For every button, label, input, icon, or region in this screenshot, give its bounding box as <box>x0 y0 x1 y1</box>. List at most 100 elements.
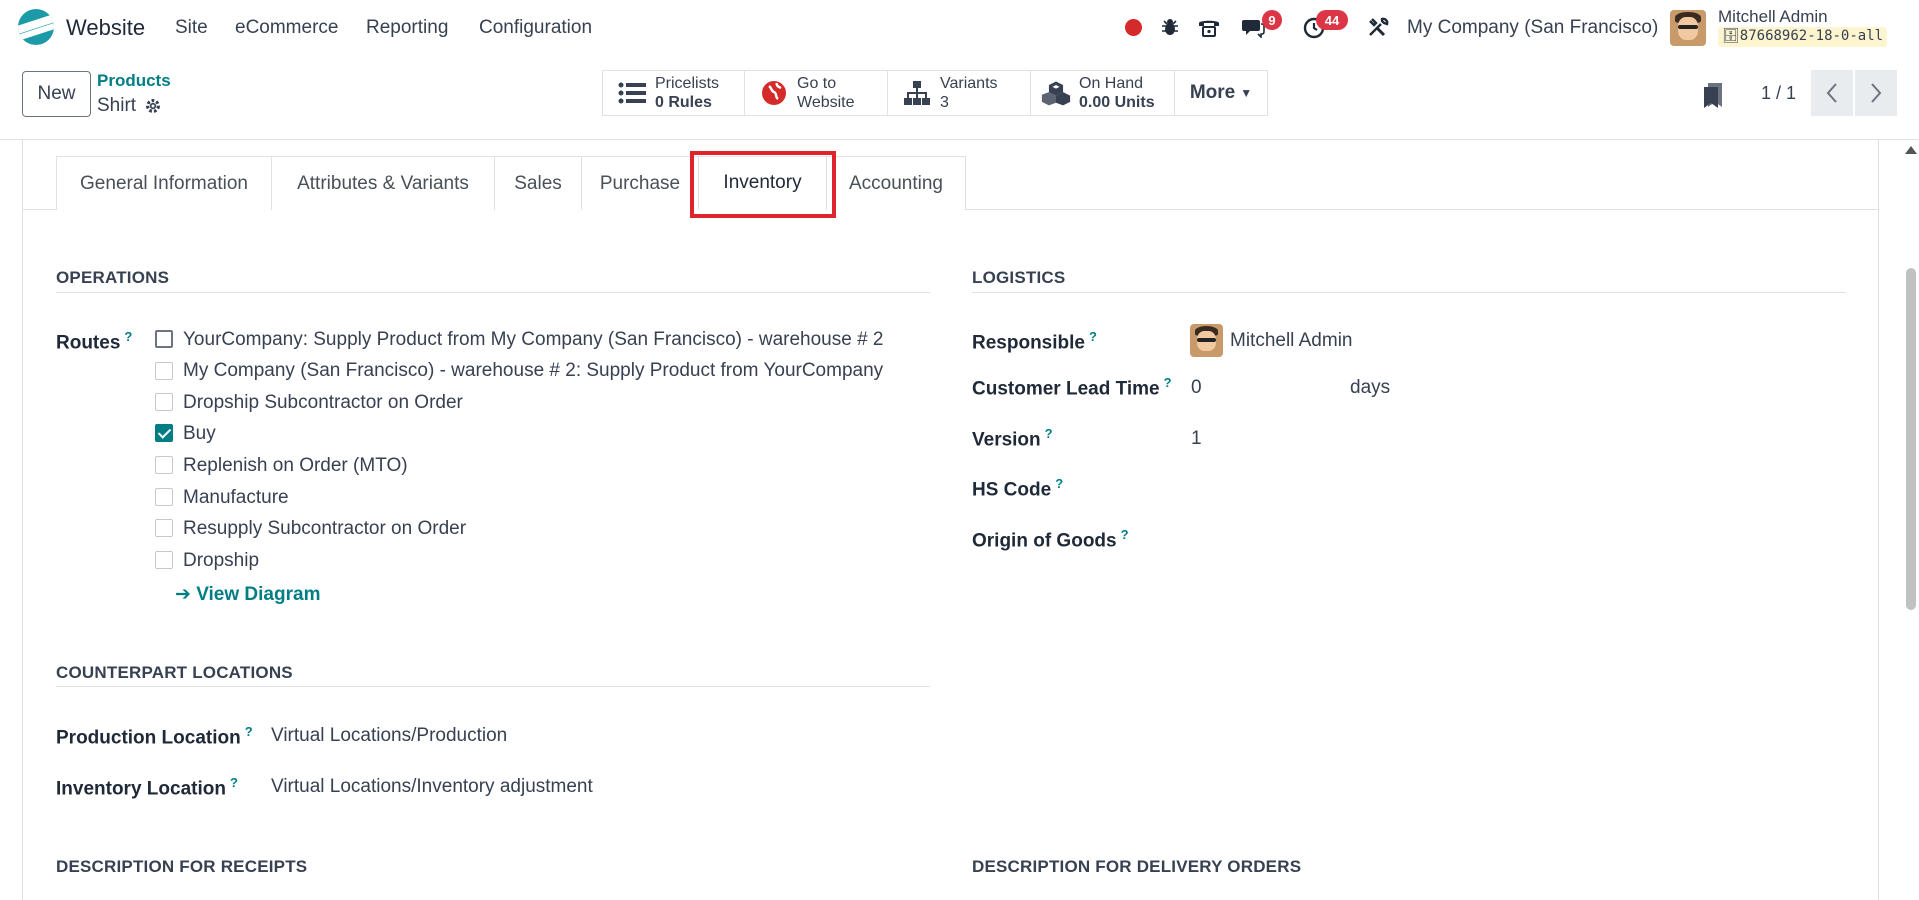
globe-icon <box>759 78 789 108</box>
messages-badge: 9 <box>1262 10 1282 30</box>
route-label[interactable]: YourCompany: Supply Product from My Comp… <box>183 329 884 351</box>
customer-lead-time-label-text: Customer Lead Time <box>972 378 1160 400</box>
route-checkbox[interactable] <box>155 393 173 411</box>
help-icon[interactable]: ? <box>230 775 238 790</box>
debug-bug-icon[interactable] <box>1157 14 1183 40</box>
control-panel: New Products Shirt Pricelists 0 Rules Go … <box>0 56 1919 140</box>
breadcrumb-current: Shirt <box>97 95 137 116</box>
logistics-heading: LOGISTICS <box>972 268 1066 287</box>
counterpart-divider <box>56 686 930 687</box>
app-name[interactable]: Website <box>66 15 145 41</box>
route-label[interactable]: Resupply Subcontractor on Order <box>183 518 466 540</box>
company-switcher[interactable]: My Company (San Francisco) <box>1407 17 1658 39</box>
user-name[interactable]: Mitchell Admin <box>1718 7 1828 27</box>
production-location-label: Production Location? <box>56 724 253 749</box>
route-label[interactable]: Manufacture <box>183 487 289 509</box>
database-name: 87668962-18-0-all <box>1739 28 1884 44</box>
phone-icon[interactable] <box>1196 14 1222 40</box>
recording-icon[interactable] <box>1125 19 1142 36</box>
go-to-website-line1: Go to <box>797 75 837 92</box>
responsible-avatar <box>1190 324 1223 357</box>
tab-attributes-variants[interactable]: Attributes & Variants <box>271 156 495 210</box>
route-label[interactable]: Dropship <box>183 550 259 572</box>
version-label-text: Version <box>972 429 1041 451</box>
help-icon[interactable]: ? <box>1164 375 1172 390</box>
counterpart-locations-heading: COUNTERPART LOCATIONS <box>56 663 293 682</box>
route-label[interactable]: Dropship Subcontractor on Order <box>183 392 463 414</box>
route-checkbox[interactable] <box>155 488 173 506</box>
routes-label-text: Routes <box>56 332 121 354</box>
tab-accounting[interactable]: Accounting <box>826 156 966 210</box>
pricelists-label: Pricelists <box>655 75 720 92</box>
help-icon[interactable]: ? <box>1045 426 1053 441</box>
inventory-tab-highlight <box>690 151 836 218</box>
responsible-value[interactable]: Mitchell Admin <box>1230 330 1353 352</box>
route-checkbox[interactable] <box>155 551 173 569</box>
caret-down-icon: ▼ <box>1240 86 1253 100</box>
route-label[interactable]: Replenish on Order (MTO) <box>183 455 408 477</box>
scroll-up-arrow-icon[interactable] <box>1905 146 1917 154</box>
menu-site[interactable]: Site <box>175 17 208 39</box>
cubes-icon <box>1041 78 1071 108</box>
breadcrumb-products[interactable]: Products <box>97 71 171 91</box>
operations-divider <box>56 292 930 293</box>
customer-lead-time-input[interactable]: 0 <box>1191 377 1202 399</box>
tab-purchase[interactable]: Purchase <box>581 156 699 210</box>
scrollbar-thumb[interactable] <box>1906 268 1916 610</box>
pager-previous-button[interactable] <box>1811 70 1853 116</box>
help-icon[interactable]: ? <box>124 329 132 344</box>
help-icon[interactable]: ? <box>245 724 253 739</box>
chevron-left-icon <box>1826 83 1837 103</box>
version-input[interactable]: 1 <box>1191 428 1202 450</box>
menu-reporting[interactable]: Reporting <box>366 17 448 39</box>
description-receipts-heading: DESCRIPTION FOR RECEIPTS <box>56 857 308 876</box>
tab-general-information[interactable]: General Information <box>56 156 272 210</box>
route-label[interactable]: Buy <box>183 423 216 445</box>
production-location-label-text: Production Location <box>56 727 241 749</box>
bookmark-icon[interactable] <box>1702 82 1724 108</box>
variants-label: Variants <box>940 75 998 92</box>
hs-code-label-text: HS Code <box>972 479 1052 501</box>
menu-configuration[interactable]: Configuration <box>479 17 592 39</box>
gear-icon[interactable] <box>144 97 162 115</box>
description-delivery-heading: DESCRIPTION FOR DELIVERY ORDERS <box>972 857 1302 876</box>
version-label: Version? <box>972 426 1053 451</box>
route-checkbox[interactable] <box>155 330 173 348</box>
route-checkbox[interactable] <box>155 456 173 474</box>
app-logo-icon[interactable] <box>18 9 54 45</box>
help-icon[interactable]: ? <box>1121 527 1129 542</box>
pricelists-smart-button[interactable]: Pricelists 0 Rules <box>602 70 745 116</box>
operations-heading: OPERATIONS <box>56 268 170 287</box>
pager-value[interactable]: 1 / 1 <box>1761 83 1796 104</box>
route-checkbox[interactable] <box>155 519 173 537</box>
tab-sales[interactable]: Sales <box>494 156 582 210</box>
variants-smart-button[interactable]: Variants 3 <box>887 70 1031 116</box>
on-hand-label: On Hand <box>1079 75 1144 92</box>
on-hand-smart-button[interactable]: On Hand 0.00 Units <box>1030 70 1175 116</box>
view-diagram-link[interactable]: ➔ View Diagram <box>175 583 320 606</box>
inventory-location-label-text: Inventory Location <box>56 778 226 800</box>
tools-icon[interactable] <box>1365 14 1391 40</box>
more-label: More <box>1189 82 1236 103</box>
new-button[interactable]: New <box>22 71 91 117</box>
production-location-value[interactable]: Virtual Locations/Production <box>271 725 507 747</box>
user-avatar[interactable] <box>1670 10 1706 46</box>
route-checkbox-checked[interactable] <box>155 424 173 442</box>
inventory-location-value[interactable]: Virtual Locations/Inventory adjustment <box>271 776 593 798</box>
help-icon[interactable]: ? <box>1089 329 1097 344</box>
lead-time-unit: days <box>1350 377 1391 398</box>
arrow-right-icon: ➔ <box>175 584 197 605</box>
more-dropdown[interactable]: More ▼ <box>1174 70 1268 116</box>
menu-ecommerce[interactable]: eCommerce <box>235 17 338 39</box>
pager-next-button[interactable] <box>1855 70 1897 116</box>
route-checkbox[interactable] <box>155 362 173 380</box>
routes-label: Routes? <box>56 329 132 354</box>
database-icon: 🗄 <box>1722 28 1740 44</box>
hs-code-label: HS Code? <box>972 476 1063 501</box>
pricelists-value: 0 Rules <box>655 94 712 111</box>
go-to-website-smart-button[interactable]: Go to Website <box>744 70 888 116</box>
top-navbar: Website Site eCommerce Reporting Configu… <box>0 0 1919 56</box>
route-label[interactable]: My Company (San Francisco) - warehouse #… <box>183 360 883 382</box>
help-icon[interactable]: ? <box>1055 476 1063 491</box>
logistics-divider <box>972 292 1846 293</box>
